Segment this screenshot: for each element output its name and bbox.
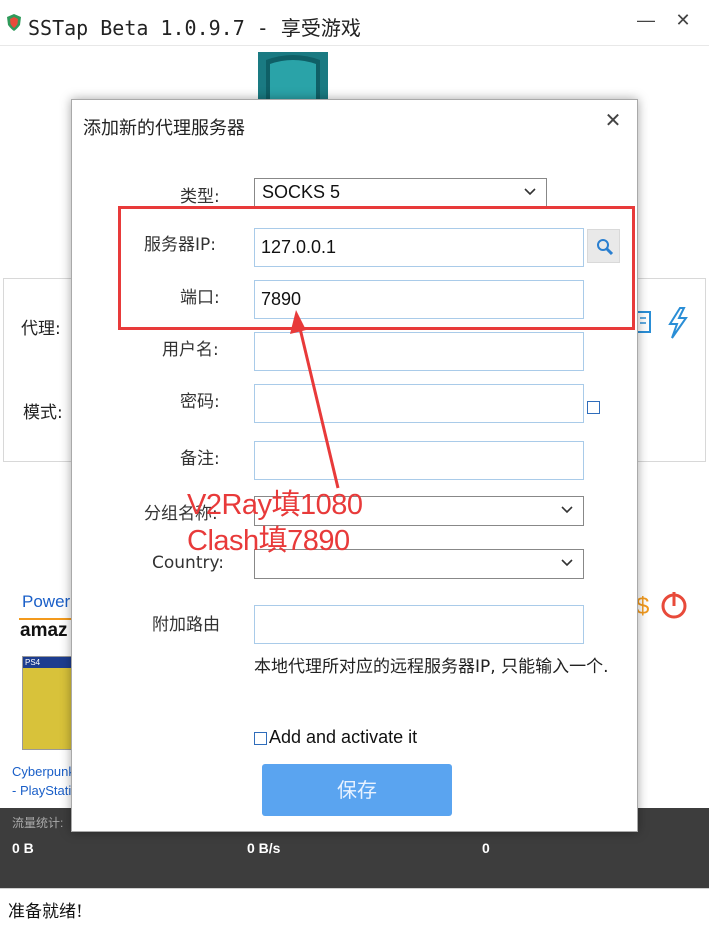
product-link-line2[interactable]: - PlayStati [12,783,71,798]
svg-text:$: $ [636,593,649,620]
close-window-button[interactable]: ✕ [671,8,695,32]
window-title: SSTap Beta 1.0.9.7 - 享受游戏 [28,16,361,40]
dollar-power-icons[interactable]: $ [636,590,690,620]
type-label: 类型: [180,187,220,207]
amazon-logo: amaz [20,620,68,641]
chevron-down-icon [561,506,573,514]
minimize-button[interactable]: — [634,8,658,32]
show-password-checkbox[interactable] [587,401,600,414]
connection-count: 0 [482,840,490,856]
annotation-line2: Clash填7890 [187,525,350,557]
edit-lightning-icons[interactable] [634,306,690,340]
type-select[interactable]: SOCKS 5 [254,178,547,208]
extra-route-label: 附加路由 [152,615,220,635]
power-link[interactable]: Power [22,592,70,612]
hint-text: 本地代理所对应的远程服务器IP, 只能输入一个. [254,657,609,677]
save-button[interactable]: 保存 [262,764,452,816]
product-image[interactable]: PS4 [22,656,74,750]
chevron-down-icon [561,559,573,567]
type-value: SOCKS 5 [262,182,341,202]
product-link-line1[interactable]: Cyberpunk [12,764,75,779]
activate-label: Add and activate it [269,727,418,747]
annotation-highlight-box [118,206,635,330]
username-label: 用户名: [162,340,219,360]
chevron-down-icon [524,188,536,196]
note-label: 备注: [180,449,220,469]
extra-route-input[interactable] [254,605,584,644]
title-bar: SSTap Beta 1.0.9.7 - 享受游戏 — ✕ [0,0,709,46]
traffic-speed: 0 B/s [247,840,281,856]
activate-checkbox-box[interactable] [254,732,267,745]
dialog-title: 添加新的代理服务器 [83,118,245,139]
app-shield-icon [7,14,21,31]
traffic-stats-label: 流量统计: [12,816,64,830]
status-bar: 准备就绪! [0,888,709,932]
password-label: 密码: [180,392,220,412]
annotation-arrow-icon [290,310,340,489]
dialog-close-button[interactable]: ✕ [600,108,626,134]
mode-label: 模式: [23,403,63,423]
ps4-badge: PS4 [23,657,73,668]
proxy-label: 代理: [21,319,61,339]
traffic-total: 0 B [12,840,34,856]
status-text: 准备就绪! [8,902,83,922]
logo-shield-icon [258,52,328,102]
